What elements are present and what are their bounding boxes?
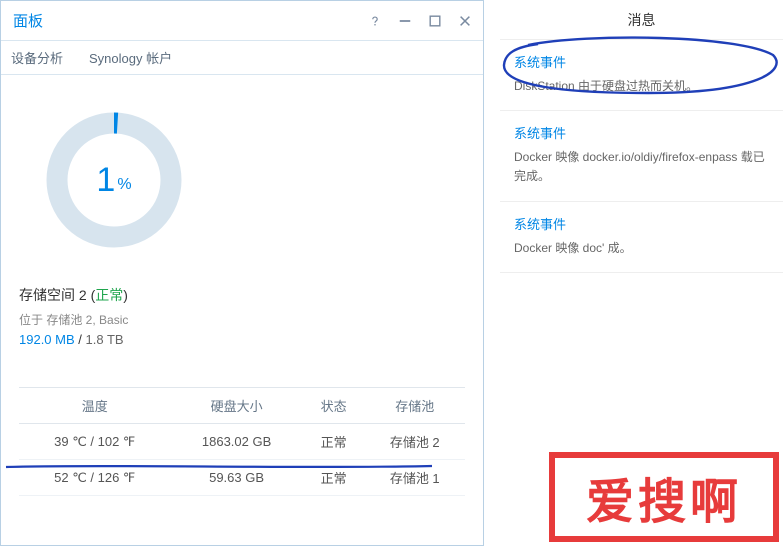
help-icon[interactable] <box>367 13 383 29</box>
message-body: Docker 映像 docker.io/oldiy/firefox-enpass… <box>514 148 769 186</box>
table-row[interactable]: 52 ℃ / 126 ℉ 59.63 GB 正常 存储池 1 <box>19 460 465 496</box>
volume-status: 正常 <box>95 287 123 303</box>
volume-location: 位于 存储池 2, Basic <box>19 311 465 328</box>
window-title: 面板 <box>13 10 43 31</box>
col-temp: 温度 <box>19 388 170 424</box>
minimize-icon[interactable] <box>397 13 413 29</box>
cell-size: 1863.02 GB <box>170 424 302 460</box>
usage-value: 1 % <box>39 105 189 255</box>
panel-content: 1 % 存储空间 2 (正常) 位于 存储池 2, Basic 192.0 MB… <box>1 75 483 496</box>
storage-panel-window: 面板 设备分析 Synology 帐户 <box>0 0 484 546</box>
message-item[interactable]: 系统事件 Docker 映像 doc' 成。 <box>500 202 783 273</box>
col-size: 硬盘大小 <box>170 388 302 424</box>
messages-panel: 消息 系统事件 DiskStation 由于硬盘过热而关机。 系统事件 Dock… <box>500 0 783 546</box>
cell-temp: 52 ℃ / 126 ℉ <box>19 460 170 496</box>
col-pool: 存储池 <box>364 388 465 424</box>
message-body: DiskStation 由于硬盘过热而关机。 <box>514 77 769 96</box>
disk-table: 温度 硬盘大小 状态 存储池 39 ℃ / 102 ℉ 1863.02 GB 正… <box>19 387 465 496</box>
tab-bar: 设备分析 Synology 帐户 <box>1 41 483 75</box>
message-event-label: 系统事件 <box>514 123 769 142</box>
message-item[interactable]: 系统事件 Docker 映像 docker.io/oldiy/firefox-e… <box>500 111 783 201</box>
usage-donut-chart: 1 % <box>39 105 189 255</box>
volume-total: 1.8 TB <box>86 332 124 347</box>
maximize-icon[interactable] <box>427 13 443 29</box>
cell-status: 正常 <box>303 424 365 460</box>
message-event-label: 系统事件 <box>514 214 769 233</box>
usage-number: 1 <box>96 161 115 200</box>
messages-title: 消息 <box>500 0 783 40</box>
cell-temp: 39 ℃ / 102 ℉ <box>19 424 170 460</box>
window-titlebar: 面板 <box>1 1 483 41</box>
cell-pool: 存储池 1 <box>364 460 465 496</box>
message-body: Docker 映像 doc' 成。 <box>514 239 769 258</box>
cell-size: 59.63 GB <box>170 460 302 496</box>
cell-pool: 存储池 2 <box>364 424 465 460</box>
volume-size: 192.0 MB / 1.8 TB <box>19 332 465 347</box>
volume-title: 存储空间 2 (正常) <box>19 285 465 305</box>
volume-used: 192.0 MB <box>19 332 75 347</box>
tab-device-analysis[interactable]: 设备分析 <box>7 48 67 67</box>
message-item[interactable]: 系统事件 DiskStation 由于硬盘过热而关机。 <box>500 40 783 111</box>
close-icon[interactable] <box>457 13 473 29</box>
window-controls <box>367 13 473 29</box>
volume-info: 存储空间 2 (正常) 位于 存储池 2, Basic 192.0 MB / 1… <box>19 285 465 347</box>
usage-unit: % <box>117 176 131 194</box>
table-header-row: 温度 硬盘大小 状态 存储池 <box>19 388 465 424</box>
usage-chart-wrap: 1 % <box>19 105 465 255</box>
col-status: 状态 <box>303 388 365 424</box>
tab-synology-account[interactable]: Synology 帐户 <box>85 48 176 67</box>
table-row[interactable]: 39 ℃ / 102 ℉ 1863.02 GB 正常 存储池 2 <box>19 424 465 460</box>
cell-status: 正常 <box>303 460 365 496</box>
volume-name: 存储空间 2 <box>19 287 87 303</box>
message-event-label: 系统事件 <box>514 52 769 71</box>
